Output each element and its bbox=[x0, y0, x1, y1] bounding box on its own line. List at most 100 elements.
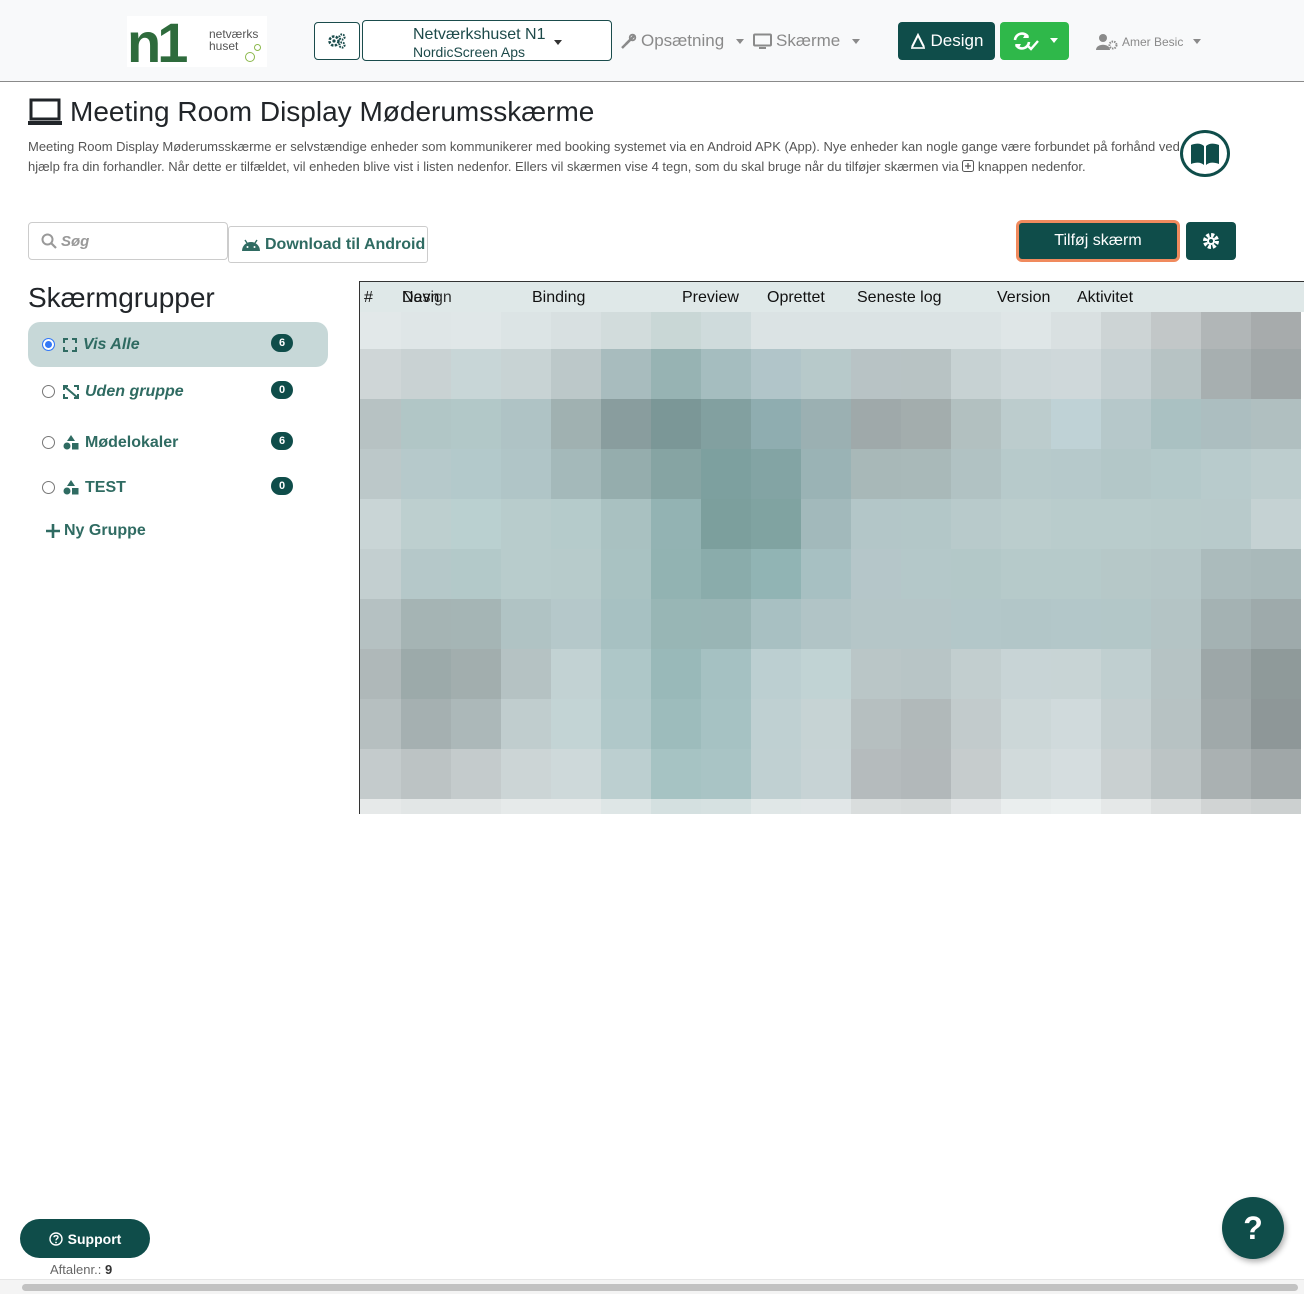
search-box[interactable] bbox=[28, 222, 228, 260]
blurred-cell bbox=[851, 699, 901, 749]
column-header-last-log[interactable]: Seneste log bbox=[857, 289, 942, 307]
table-settings-button[interactable] bbox=[1186, 222, 1236, 260]
org-settings-button[interactable] bbox=[314, 22, 360, 60]
blurred-cell bbox=[851, 749, 901, 799]
blurred-cell bbox=[801, 399, 851, 449]
blurred-cell bbox=[1251, 649, 1301, 699]
group-count-badge: 6 bbox=[271, 432, 293, 450]
column-header-hash: # bbox=[364, 289, 373, 306]
blurred-cell bbox=[1151, 699, 1201, 749]
question-circle-icon bbox=[48, 1231, 63, 1246]
blurred-cell bbox=[1001, 312, 1051, 349]
blurred-cell bbox=[360, 599, 401, 649]
group-radio[interactable] bbox=[42, 436, 55, 449]
help-docs-button[interactable] bbox=[1180, 130, 1230, 177]
download-android-label: Download til Android bbox=[265, 235, 426, 253]
blurred-cell bbox=[360, 349, 401, 399]
blurred-cell bbox=[501, 349, 551, 399]
design-button-label: Design bbox=[930, 31, 984, 50]
blurred-cell bbox=[501, 649, 551, 699]
blurred-cell bbox=[951, 349, 1001, 399]
blurred-cell bbox=[701, 549, 751, 599]
blurred-cell bbox=[1051, 749, 1101, 799]
blurred-cell bbox=[951, 699, 1001, 749]
organization-select[interactable]: Netværkshuset N1 NordicScreen Aps bbox=[362, 20, 612, 61]
blurred-cell bbox=[751, 312, 801, 349]
blurred-cell bbox=[551, 649, 601, 699]
scrollbar-thumb[interactable] bbox=[22, 1284, 1298, 1291]
search-input[interactable] bbox=[61, 231, 211, 251]
group-count-badge: 0 bbox=[271, 477, 293, 495]
group-radio[interactable] bbox=[42, 385, 55, 398]
blurred-cell bbox=[1001, 349, 1051, 399]
blurred-cell bbox=[360, 549, 401, 599]
desktop-icon bbox=[753, 33, 772, 49]
menu-screens[interactable]: Skærme bbox=[753, 31, 861, 51]
blurred-cell bbox=[651, 599, 701, 649]
column-header-version[interactable]: Version bbox=[997, 289, 1050, 307]
blurred-cell bbox=[1251, 599, 1301, 649]
blurred-cell bbox=[401, 449, 451, 499]
org-company: NordicScreen Aps bbox=[413, 44, 526, 60]
group-item-all[interactable]: Vis Alle 6 bbox=[28, 322, 328, 367]
blurred-cell bbox=[901, 699, 951, 749]
blurred-cell bbox=[1051, 799, 1101, 814]
column-header-activity[interactable]: Aktivitet bbox=[1077, 289, 1133, 307]
help-chat-button[interactable]: ? bbox=[1222, 1197, 1284, 1259]
group-radio[interactable] bbox=[42, 481, 55, 494]
blurred-cell bbox=[1251, 399, 1301, 449]
group-item-meeting-rooms[interactable]: Mødelokaler 6 bbox=[28, 420, 328, 465]
blurred-cell bbox=[451, 799, 501, 814]
blurred-cell bbox=[801, 349, 851, 399]
blurred-cell bbox=[951, 649, 1001, 699]
blurred-cell bbox=[601, 349, 651, 399]
blurred-cell bbox=[551, 699, 601, 749]
blurred-cell bbox=[601, 649, 651, 699]
support-button[interactable]: Support bbox=[20, 1219, 150, 1258]
chevron-down-icon bbox=[736, 38, 745, 44]
blurred-cell bbox=[951, 599, 1001, 649]
design-button[interactable]: Design bbox=[898, 22, 995, 60]
column-header-created[interactable]: Oprettet bbox=[767, 289, 825, 307]
blurred-cell bbox=[1101, 499, 1151, 549]
horizontal-scrollbar[interactable] bbox=[0, 1279, 1304, 1294]
blurred-cell bbox=[1151, 499, 1201, 549]
column-header-design[interactable]: Design bbox=[402, 289, 452, 307]
group-item-label: TEST bbox=[85, 478, 126, 496]
blurred-cell bbox=[901, 649, 951, 699]
chevron-down-icon bbox=[852, 38, 861, 44]
blurred-cell bbox=[1201, 749, 1251, 799]
blurred-cell bbox=[551, 749, 601, 799]
group-item-label: Uden gruppe bbox=[85, 382, 184, 400]
book-open-icon bbox=[1191, 143, 1219, 165]
blurred-cell bbox=[501, 599, 551, 649]
blurred-cell bbox=[1001, 549, 1051, 599]
netvaerkshuset-logo[interactable]: n1 netværks huset bbox=[127, 11, 267, 74]
blurred-cell bbox=[751, 449, 801, 499]
add-screen-button[interactable]: Tilføj skærm bbox=[1016, 220, 1180, 262]
blurred-cell bbox=[701, 499, 751, 549]
column-header-binding[interactable]: Binding bbox=[532, 289, 585, 307]
blurred-cell bbox=[601, 499, 651, 549]
group-item-no-group[interactable]: Uden gruppe 0 bbox=[28, 369, 328, 414]
download-android-button[interactable]: Download til Android bbox=[228, 226, 428, 263]
group-radio[interactable] bbox=[42, 338, 55, 351]
blurred-cell bbox=[360, 399, 401, 449]
new-group-button[interactable]: Ny Gruppe bbox=[46, 522, 146, 540]
blurred-cell bbox=[1001, 799, 1051, 814]
blurred-cell bbox=[1101, 312, 1151, 349]
blurred-cell bbox=[701, 599, 751, 649]
design-pen-icon bbox=[910, 33, 925, 49]
blurred-cell bbox=[801, 499, 851, 549]
blurred-cell bbox=[1201, 799, 1251, 814]
blurred-cell bbox=[1001, 599, 1051, 649]
sync-button[interactable] bbox=[1000, 22, 1069, 60]
blurred-cell bbox=[751, 399, 801, 449]
blurred-cell bbox=[1101, 449, 1151, 499]
group-item-test[interactable]: TEST 0 bbox=[28, 465, 328, 510]
blurred-cell bbox=[451, 449, 501, 499]
menu-setup[interactable]: Opsætning bbox=[620, 31, 745, 51]
user-menu[interactable]: Amer Besic bbox=[1096, 33, 1202, 50]
blurred-cell bbox=[451, 399, 501, 449]
blurred-cell bbox=[901, 799, 951, 814]
